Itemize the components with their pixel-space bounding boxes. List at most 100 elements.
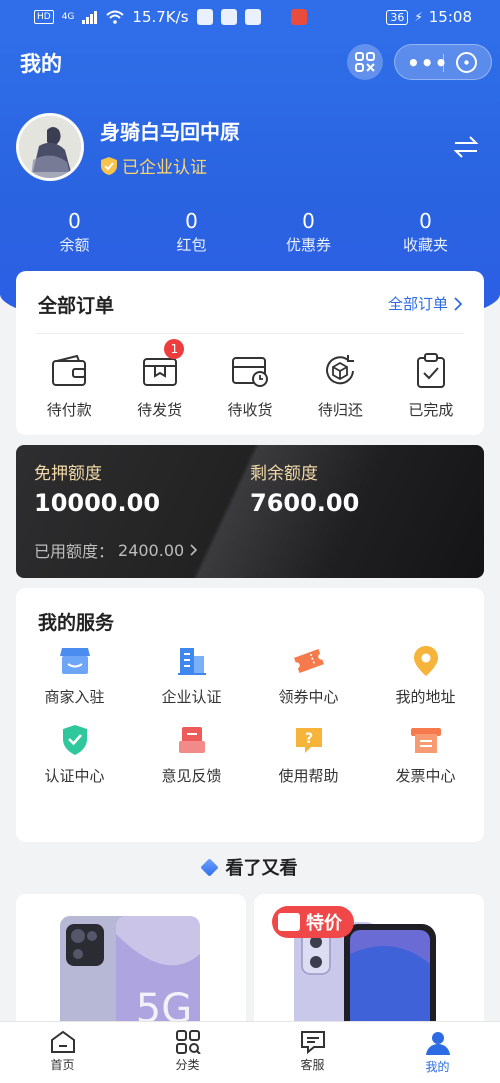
bottom-tab-bar: 首页 分类 客服 我的 xyxy=(0,1021,500,1083)
service-label: 使用帮助 xyxy=(278,767,339,785)
orders-title: 全部订单 xyxy=(38,295,115,317)
signal-bars-icon xyxy=(82,10,98,24)
order-count-badge: 1 xyxy=(164,339,185,359)
user-name: 身骑白马回中原 xyxy=(100,120,240,144)
capsule-divider xyxy=(443,54,444,72)
product-card-1[interactable]: 5G xyxy=(16,894,246,1034)
order-label: 已完成 xyxy=(408,401,454,419)
wifi-icon xyxy=(106,10,125,24)
status-bar: HD 4G 15.7K/s 36 ⚡ 15:08 xyxy=(0,0,500,34)
service-enterprise-auth[interactable]: 企业认证 xyxy=(133,644,250,707)
stat-label: 余额 xyxy=(59,236,90,254)
user-icon xyxy=(425,1032,450,1055)
all-orders-link[interactable]: 全部订单 xyxy=(388,293,462,314)
clipboard-check-icon xyxy=(411,351,451,391)
feedback-icon xyxy=(175,723,209,757)
stat-value: 0 xyxy=(419,209,432,233)
hd-indicator: HD xyxy=(34,10,54,24)
phone-image: 5G xyxy=(60,916,200,1034)
service-invoice-center[interactable]: 发票中心 xyxy=(367,723,484,786)
chat-icon xyxy=(300,1031,325,1054)
clock: 15:08 xyxy=(428,8,472,26)
stat-coupons[interactable]: 0 优惠券 xyxy=(250,208,367,258)
services-title: 我的服务 xyxy=(38,612,115,634)
order-pending-return[interactable]: 待归还 xyxy=(295,351,385,420)
divider xyxy=(36,333,464,334)
used-label: 已用额度： xyxy=(34,542,115,561)
deposit-free-value: 10000.00 xyxy=(34,489,161,517)
tab-label: 我的 xyxy=(425,1060,450,1074)
service-my-address[interactable]: 我的地址 xyxy=(367,644,484,707)
service-label: 领券中心 xyxy=(278,688,339,706)
help-icon: ? xyxy=(292,723,326,757)
service-auth-center[interactable]: 认证中心 xyxy=(16,723,133,786)
page-title: 我的 xyxy=(20,52,62,76)
wechat-notification-icon xyxy=(244,9,261,25)
deposit-free-label: 免押额度 xyxy=(34,464,102,484)
tab-mine[interactable]: 我的 xyxy=(375,1022,500,1083)
stat-label: 优惠券 xyxy=(285,236,331,254)
close-miniapp-button[interactable] xyxy=(456,52,477,73)
stat-red-packet[interactable]: 0 红包 xyxy=(133,208,250,258)
service-label: 发票中心 xyxy=(395,767,456,785)
service-label: 商家入驻 xyxy=(44,688,105,706)
all-orders-label: 全部订单 xyxy=(387,295,448,313)
scan-button[interactable] xyxy=(347,44,383,80)
product-card-2[interactable]: 特价 xyxy=(254,894,484,1034)
services-grid: 商家入驻 企业认证 领券中心 我的地址 认证中心 意见反馈 ? 使用帮助 发票中… xyxy=(16,644,484,786)
recommend-title: 看了又看 xyxy=(225,858,298,879)
service-help[interactable]: ? 使用帮助 xyxy=(250,723,367,786)
order-pending-payment[interactable]: 待付款 xyxy=(24,351,114,420)
status-left: HD 4G 15.7K/s xyxy=(34,8,307,26)
switch-account-button[interactable] xyxy=(452,134,480,164)
stat-value: 0 xyxy=(185,209,198,233)
order-label: 待付款 xyxy=(46,401,92,419)
stats-row: 0 余额 0 红包 0 优惠券 0 收藏夹 xyxy=(16,208,484,258)
services-card: 我的服务 商家入驻 企业认证 领券中心 我的地址 认证中心 意见反馈 ? 使用帮… xyxy=(16,588,484,842)
verified-text: 已企业认证 xyxy=(122,158,207,178)
battery-icon: 36 xyxy=(386,9,409,25)
shop-icon xyxy=(58,644,92,678)
stat-favorites[interactable]: 0 收藏夹 xyxy=(367,208,484,258)
stat-value: 0 xyxy=(68,209,81,233)
status-right: 36 ⚡ 15:08 xyxy=(386,8,472,26)
news-notification-icon xyxy=(290,9,307,25)
location-pin-icon xyxy=(409,644,443,678)
credit-limit-card[interactable]: 免押额度 10000.00 剩余额度 7600.00 已用额度： 2400.00 xyxy=(16,445,484,578)
miniapp-capsule: ••• xyxy=(394,44,492,80)
tab-home[interactable]: 首页 xyxy=(0,1022,125,1083)
order-completed[interactable]: 已完成 xyxy=(386,351,476,420)
card-clock-icon xyxy=(230,351,270,391)
svg-text:?: ? xyxy=(304,731,312,747)
service-label: 企业认证 xyxy=(161,688,222,706)
service-feedback[interactable]: 意见反馈 xyxy=(133,723,250,786)
diamond-icon xyxy=(199,857,219,877)
tab-category[interactable]: 分类 xyxy=(125,1022,250,1083)
recommend-header: 看了又看 xyxy=(0,854,500,880)
qr-scan-icon xyxy=(355,52,375,72)
service-merchant-join[interactable]: 商家入驻 xyxy=(16,644,133,707)
tab-customer-service[interactable]: 客服 xyxy=(250,1022,375,1083)
service-coupon-center[interactable]: 领券中心 xyxy=(250,644,367,707)
order-pending-receipt[interactable]: 待收货 xyxy=(205,351,295,420)
special-price-text: 特价 xyxy=(306,913,342,934)
orders-card: 全部订单 全部订单 待付款 1 待发货 待收货 待归还 已完成 xyxy=(16,271,484,435)
wallet-icon xyxy=(49,351,89,391)
switch-arrows-icon xyxy=(453,136,479,158)
network-speed: 15.7K/s xyxy=(132,8,189,26)
building-icon xyxy=(175,644,209,678)
mail-notification-icon xyxy=(220,9,237,25)
tab-label: 首页 xyxy=(50,1058,75,1072)
used-value: 2400.00 xyxy=(118,540,185,560)
shield-check-icon xyxy=(58,723,92,757)
return-box-icon xyxy=(320,351,360,391)
special-price-tag: 特价 xyxy=(272,906,354,938)
order-label: 待收货 xyxy=(227,401,273,419)
home-icon xyxy=(50,1030,75,1053)
stat-balance[interactable]: 0 余额 xyxy=(16,208,133,258)
avatar-image xyxy=(19,116,81,178)
shield-check-icon xyxy=(101,156,117,175)
used-credit[interactable]: 已用额度： 2400.00 xyxy=(34,538,198,562)
avatar[interactable] xyxy=(16,113,84,181)
order-pending-shipment[interactable]: 1 待发货 xyxy=(114,339,204,420)
